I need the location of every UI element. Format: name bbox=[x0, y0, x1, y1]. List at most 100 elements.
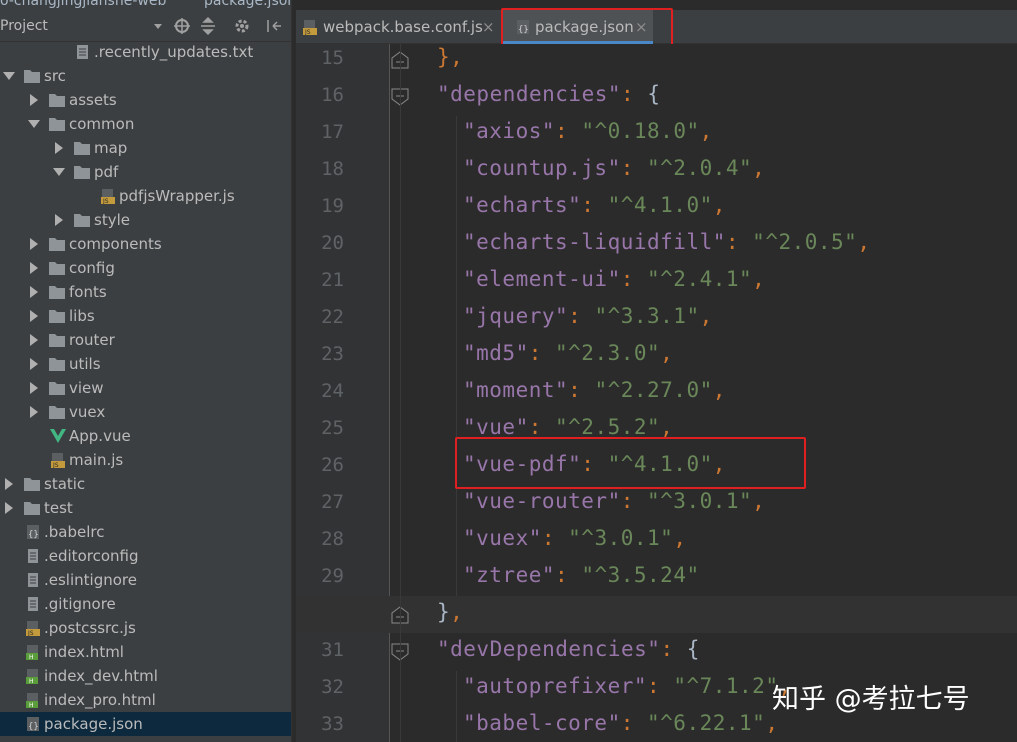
code-token: : bbox=[621, 82, 648, 106]
tree-item-postcssrc-js[interactable]: JS .postcssrc.js bbox=[0, 616, 291, 640]
tree-item-components[interactable]: components bbox=[0, 232, 291, 256]
tree-item-config[interactable]: config bbox=[0, 256, 291, 280]
chevron-down-icon[interactable] bbox=[2, 69, 16, 83]
tree-item-test[interactable]: test bbox=[0, 496, 291, 520]
tree-item-label: .recently_updates.txt bbox=[94, 43, 254, 61]
code-line-15[interactable]: }, bbox=[437, 45, 463, 69]
tree-item-vuex[interactable]: vuex bbox=[0, 400, 291, 424]
tree-item-index-dev-html[interactable]: Hindex_dev.html bbox=[0, 664, 291, 688]
tree-item-label: vuex bbox=[69, 403, 106, 421]
tree-item-src[interactable]: src bbox=[0, 64, 291, 88]
code-token: "^2.5.2" bbox=[555, 415, 661, 439]
tree-item-router[interactable]: router bbox=[0, 328, 291, 352]
tree-item-editorconfig[interactable]: .editorconfig bbox=[0, 544, 291, 568]
tree-item-main-js[interactable]: JS main.js bbox=[0, 448, 291, 472]
tree-item-map[interactable]: map bbox=[0, 136, 291, 160]
dropdown-icon[interactable] bbox=[148, 16, 168, 36]
path-file[interactable]: package.json bbox=[204, 0, 296, 9]
tree-item-static[interactable]: static bbox=[0, 472, 291, 496]
collapse-icon[interactable] bbox=[198, 16, 218, 36]
chevron-right-icon[interactable] bbox=[27, 381, 41, 395]
folder-icon bbox=[48, 260, 66, 276]
code-token: , bbox=[712, 193, 726, 217]
code-line-25[interactable]: "vue": "^2.5.2", bbox=[463, 415, 673, 439]
chevron-right-icon[interactable] bbox=[27, 333, 41, 347]
tree-item-fonts[interactable]: fonts bbox=[0, 280, 291, 304]
chevron-right-icon[interactable] bbox=[27, 309, 41, 323]
tree-item-index-pro-html[interactable]: Hindex_pro.html bbox=[0, 688, 291, 712]
svg-text:{}: {} bbox=[28, 722, 39, 732]
code-token: "vue" bbox=[463, 415, 529, 439]
tree-item-label: index.html bbox=[44, 643, 124, 661]
code-line-19[interactable]: "echarts": "^4.1.0", bbox=[463, 193, 726, 217]
chevron-right-icon[interactable] bbox=[52, 141, 66, 155]
chevron-right-icon[interactable] bbox=[2, 501, 16, 515]
tree-item-recently-updates-txt[interactable]: .recently_updates.txt bbox=[0, 40, 291, 64]
tree-item-pdfjswrapper-js[interactable]: JS pdfjsWrapper.js bbox=[0, 184, 291, 208]
code-token: , bbox=[752, 156, 766, 180]
chevron-down-icon[interactable] bbox=[52, 165, 66, 179]
code-line-32[interactable]: "autoprefixer": "^7.1.2", bbox=[463, 674, 792, 698]
tree-item-eslintignore[interactable]: .eslintignore bbox=[0, 568, 291, 592]
code-editor[interactable]: 15161718192021222324252627282930313233 }… bbox=[296, 44, 1017, 742]
chevron-down-icon[interactable] bbox=[27, 117, 41, 131]
path-bar: o-changjingjianshe-web package.json bbox=[0, 0, 296, 10]
chevron-right-icon[interactable] bbox=[27, 405, 41, 419]
chevron-right-icon[interactable] bbox=[27, 93, 41, 107]
code-token: , bbox=[673, 526, 687, 550]
tree-item-libs[interactable]: libs bbox=[0, 304, 291, 328]
line-number: 20 bbox=[321, 232, 344, 254]
locate-icon[interactable] bbox=[172, 16, 192, 36]
code-line-16[interactable]: "dependencies": { bbox=[437, 82, 660, 106]
tree-item-babelrc[interactable]: {} .babelrc bbox=[0, 520, 291, 544]
tree-item-index-html[interactable]: Hindex.html bbox=[0, 640, 291, 664]
code-line-17[interactable]: "axios": "^0.18.0", bbox=[463, 119, 713, 143]
project-panel-header: Project bbox=[0, 10, 291, 42]
line-number: 29 bbox=[321, 565, 344, 587]
tree-item-gitignore[interactable]: .gitignore bbox=[0, 592, 291, 616]
chevron-right-icon[interactable] bbox=[27, 261, 41, 275]
code-line-29[interactable]: "ztree": "^3.5.24" bbox=[463, 563, 700, 587]
code-token: , bbox=[752, 489, 766, 513]
tree-item-utils[interactable]: utils bbox=[0, 352, 291, 376]
gear-icon[interactable] bbox=[232, 16, 252, 36]
tree-item-label: style bbox=[94, 211, 130, 229]
code-line-24[interactable]: "moment": "^2.27.0", bbox=[463, 378, 726, 402]
code-token: "^3.5.24" bbox=[581, 563, 700, 587]
path-project-name[interactable]: o-changjingjianshe-web bbox=[0, 0, 166, 9]
code-line-27[interactable]: "vue-router": "^3.0.1", bbox=[463, 489, 765, 513]
hide-icon[interactable] bbox=[264, 16, 284, 36]
project-panel-title: Project bbox=[0, 18, 48, 34]
tree-item-package-json[interactable]: {} package.json bbox=[0, 712, 291, 736]
code-line-21[interactable]: "element-ui": "^2.4.1", bbox=[463, 267, 765, 291]
close-icon[interactable]: × bbox=[482, 18, 495, 36]
chevron-right-icon[interactable] bbox=[27, 237, 41, 251]
chevron-right-icon[interactable] bbox=[27, 285, 41, 299]
json-file-icon: {} bbox=[24, 524, 42, 540]
code-line-30[interactable]: }, bbox=[437, 600, 463, 624]
tree-item-assets[interactable]: assets bbox=[0, 88, 291, 112]
code-line-20[interactable]: "echarts-liquidfill": "^2.0.5", bbox=[463, 230, 870, 254]
tree-item-style[interactable]: style bbox=[0, 208, 291, 232]
tree-item-app-vue[interactable]: App.vue bbox=[0, 424, 291, 448]
code-line-28[interactable]: "vuex": "^3.0.1", bbox=[463, 526, 686, 550]
indent-guide bbox=[456, 671, 457, 742]
code-line-23[interactable]: "md5": "^2.3.0", bbox=[463, 341, 673, 365]
json-file-icon: {} bbox=[24, 716, 42, 732]
folder-icon bbox=[48, 116, 66, 132]
code-line-22[interactable]: "jquery": "^3.3.1", bbox=[463, 304, 713, 328]
code-line-33[interactable]: "babel-core": "^6.22.1", bbox=[463, 711, 778, 735]
chevron-right-icon[interactable] bbox=[27, 357, 41, 371]
tree-item-pdf[interactable]: pdf bbox=[0, 160, 291, 184]
chevron-right-icon[interactable] bbox=[2, 477, 16, 491]
line-number: 22 bbox=[321, 306, 344, 328]
tree-item-view[interactable]: view bbox=[0, 376, 291, 400]
tab-webpack-base-conf[interactable]: JS webpack.base.conf.js × bbox=[296, 10, 499, 44]
chevron-right-icon[interactable] bbox=[52, 213, 66, 227]
tree-item-label: .babelrc bbox=[44, 523, 105, 541]
code-line-31[interactable]: "devDependencies": { bbox=[437, 637, 700, 661]
code-line-18[interactable]: "countup.js": "^2.0.4", bbox=[463, 156, 765, 180]
tree-item-common[interactable]: common bbox=[0, 112, 291, 136]
code-token: "md5" bbox=[463, 341, 529, 365]
tree-item-label: assets bbox=[69, 91, 117, 109]
